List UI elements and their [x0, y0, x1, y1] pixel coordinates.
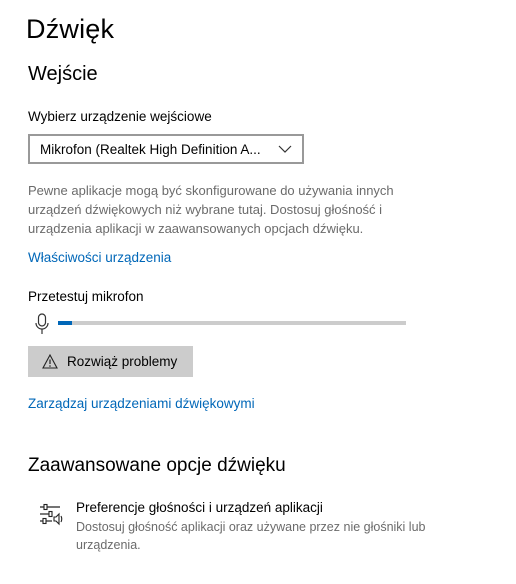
manage-sound-devices-link[interactable]: Zarządzaj urządzeniami dźwiękowymi [28, 396, 255, 411]
input-device-label: Wybierz urządzenie wejściowe [28, 109, 212, 124]
app-volume-preferences-description: Dostosuj głośność aplikacji oraz używane… [76, 520, 426, 552]
input-description: Pewne aplikacje mogą być skonfigurowane … [28, 183, 394, 236]
app-volume-preferences-item[interactable]: Preferencje głośności i urządzeń aplikac… [38, 498, 478, 558]
input-section-title: Wejście [28, 63, 98, 85]
input-device-value: Mikrofon (Realtek High Definition A... [40, 141, 261, 157]
sound-settings-page: Dźwięk Wejście Wybierz urządzenie wejści… [0, 0, 516, 584]
mic-level-fill [58, 321, 72, 325]
advanced-section-title: Zaawansowane opcje dźwięku [28, 455, 286, 476]
device-properties-link[interactable]: Właściwości urządzenia [28, 250, 171, 265]
troubleshoot-button[interactable]: Rozwiąż problemy [28, 346, 193, 377]
microphone-icon [34, 313, 50, 335]
warning-icon [42, 354, 58, 369]
test-mic-label: Przetestuj mikrofon [28, 289, 144, 304]
app-volume-preferences-title: Preferencje głośności i urządzeń aplikac… [76, 500, 323, 515]
chevron-down-icon [276, 143, 294, 155]
troubleshoot-button-label: Rozwiąż problemy [67, 354, 178, 369]
input-device-dropdown[interactable]: Mikrofon (Realtek High Definition A... [28, 134, 304, 164]
mixer-sliders-icon [38, 502, 64, 526]
scroll-edge [502, 0, 516, 584]
mic-level-meter [58, 321, 406, 325]
page-title: Dźwięk [26, 14, 115, 44]
